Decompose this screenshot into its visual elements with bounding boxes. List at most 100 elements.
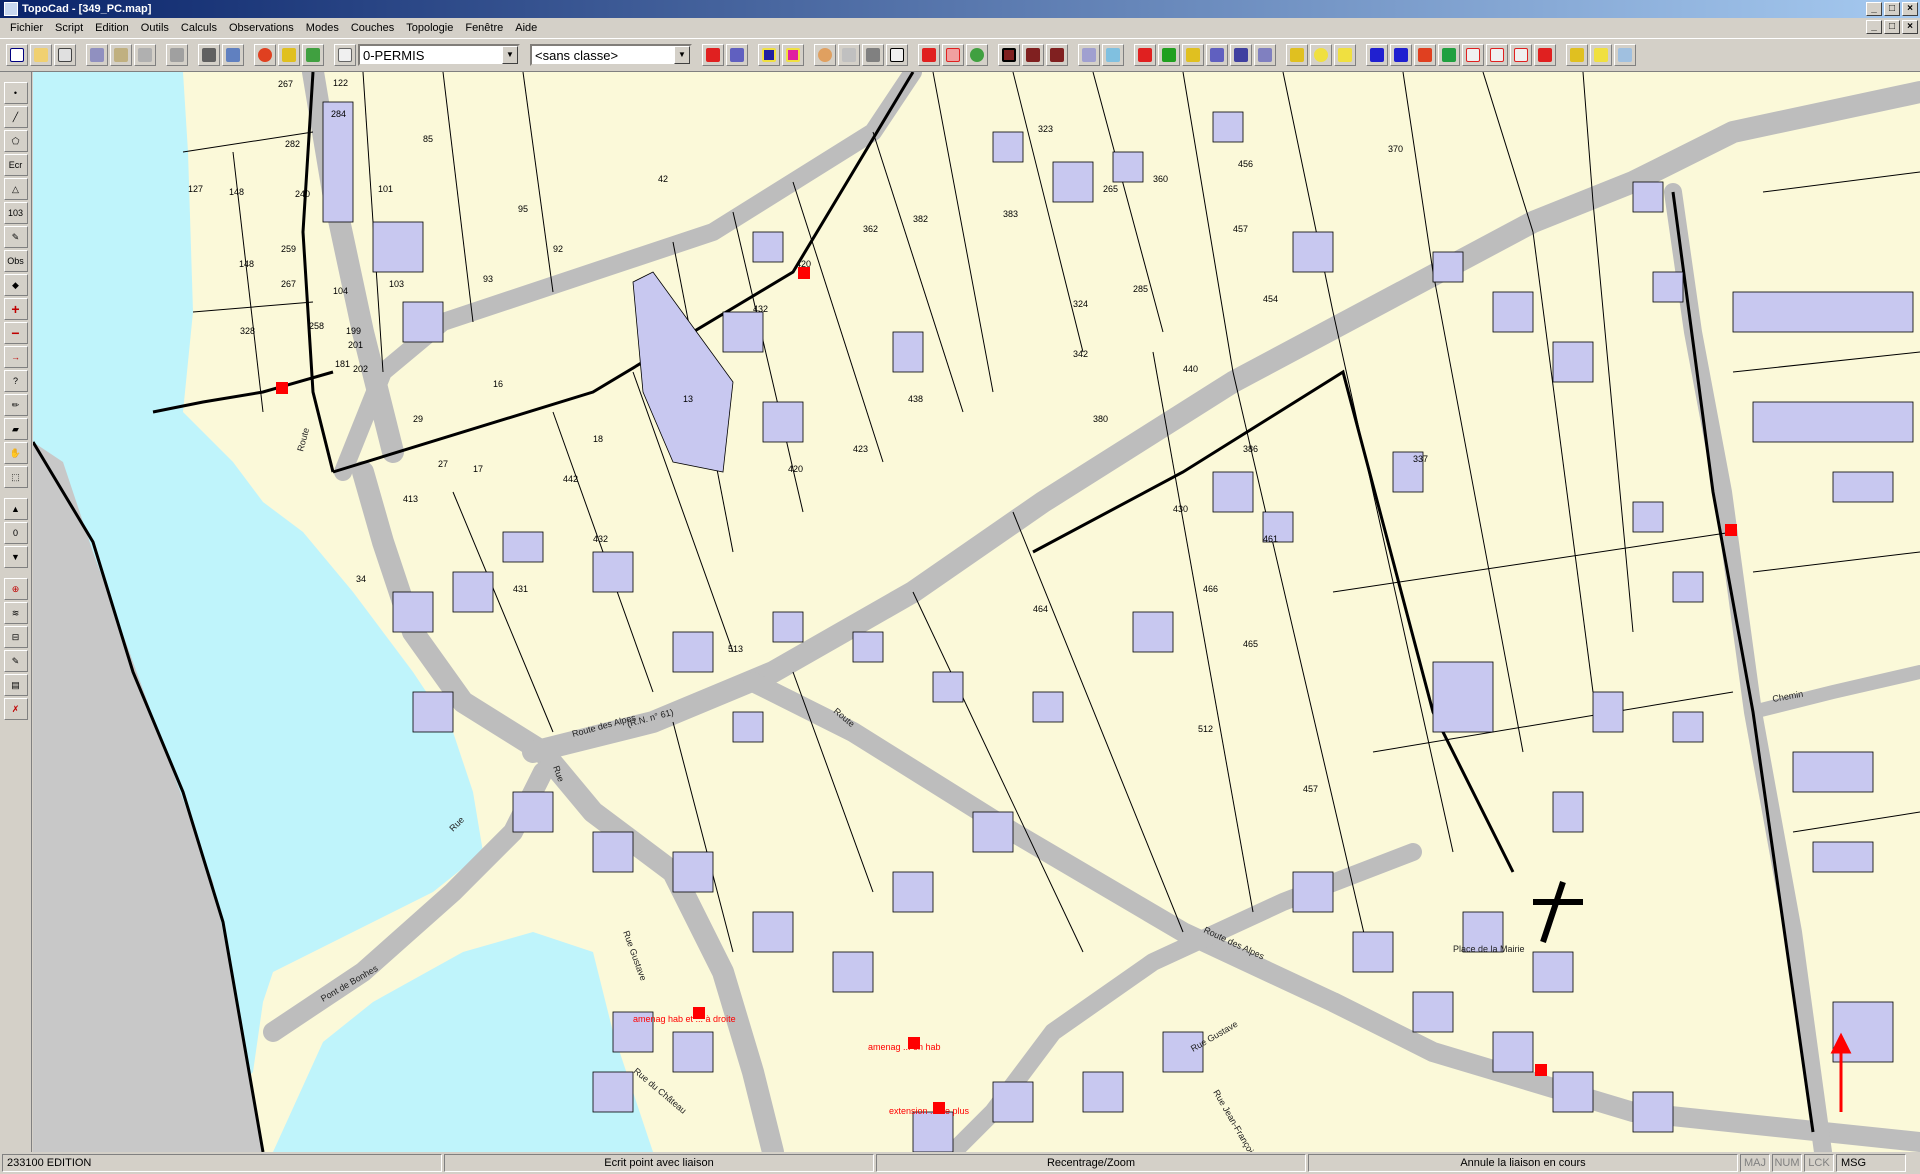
chevrons-button[interactable] [1414,44,1436,66]
stack-button[interactable] [278,44,300,66]
paste-button[interactable] [110,44,132,66]
shapes-tool-button[interactable]: ◆ [3,274,28,296]
close-button[interactable]: × [1902,2,1918,16]
menu-outils[interactable]: Outils [135,22,175,34]
menu-observations[interactable]: Observations [223,22,300,34]
remove-button[interactable]: − [3,322,28,344]
copy-button[interactable] [54,44,76,66]
tool-a-button[interactable]: ⊕ [3,578,28,600]
copy-object-button[interactable] [1078,44,1100,66]
move-arrow-button[interactable]: → [3,346,28,368]
marker-square[interactable] [1725,524,1737,536]
minimize-button[interactable]: _ [1866,2,1882,16]
cut-button[interactable] [86,44,108,66]
query-button[interactable]: ? [3,370,28,392]
menu-aide[interactable]: Aide [509,22,543,34]
counter-down-button[interactable]: ▼ [3,546,28,568]
map-canvas[interactable]: 267 122 284 282 127 148 240 259 148 267 … [33,72,1920,1152]
paint-button[interactable]: ✏ [3,394,28,416]
tool-e-button[interactable]: ▤ [3,674,28,696]
hand-tool-button[interactable]: ✋ [3,442,28,464]
class-select[interactable]: <sans classe> ▼ [530,44,692,66]
properties-button[interactable] [134,44,156,66]
select-point-button[interactable]: • [3,82,28,104]
pts-button[interactable] [1462,44,1484,66]
new-file-button[interactable] [6,44,28,66]
edigeo-out-button[interactable] [726,44,748,66]
tool-d-button[interactable]: ✎ [3,650,28,672]
menu-script[interactable]: Script [49,22,89,34]
point-red-button[interactable] [1134,44,1156,66]
mdi-close-button[interactable]: × [1902,20,1918,34]
numbering-tool-button[interactable]: 103 [3,202,28,224]
open-file-button[interactable] [30,44,52,66]
polygon-tool-button[interactable]: ⬠ [3,130,28,152]
menu-calculs[interactable]: Calculs [175,22,223,34]
lock-button[interactable] [334,44,356,66]
observations-tool-button[interactable]: Obs [3,250,28,272]
maximize-button[interactable]: □ [1884,2,1900,16]
counter-up-button[interactable]: ▲ [3,498,28,520]
preview-button[interactable] [222,44,244,66]
square-blue-button[interactable] [1206,44,1228,66]
pts-dotted-button[interactable] [1486,44,1508,66]
line-tool-button[interactable]: ╱ [3,106,28,128]
mdi-restore-button[interactable]: □ [1884,20,1900,34]
layer-select-chevron-down-icon[interactable]: ▼ [502,46,518,64]
text-tool-button[interactable]: Ecr [3,154,28,176]
pen-tool-button[interactable]: ✎ [3,226,28,248]
help-button[interactable] [1590,44,1612,66]
selection-box-button[interactable]: ⬚ [3,466,28,488]
stripes-button[interactable] [1438,44,1460,66]
multi-square-button[interactable] [1254,44,1276,66]
group-button[interactable] [966,44,988,66]
shield-button[interactable] [1310,44,1332,66]
zoom-prev-button[interactable] [862,44,884,66]
frame-dark-button[interactable] [998,44,1020,66]
triangle-button[interactable] [1334,44,1356,66]
menu-fichier[interactable]: Fichier [4,22,49,34]
objects-button[interactable] [302,44,324,66]
tool-f-button[interactable]: ✗ [3,698,28,720]
print-button[interactable] [198,44,220,66]
eraser-button[interactable] [838,44,860,66]
add-button[interactable]: + [3,298,28,320]
menu-edition[interactable]: Edition [89,22,135,34]
point-green-button[interactable] [1158,44,1180,66]
link-red-button[interactable] [918,44,940,66]
arrow-up-blue-button[interactable] [1390,44,1412,66]
layer-stack-button[interactable] [1286,44,1308,66]
edigeo-in-button[interactable] [702,44,724,66]
arrow-down-blue-button[interactable] [1366,44,1388,66]
marker-square[interactable] [1535,1064,1547,1076]
tool-b-button[interactable]: ≋ [3,602,28,624]
point-yellow-button[interactable] [1182,44,1204,66]
camera-button[interactable] [1614,44,1636,66]
layers-button[interactable] [254,44,276,66]
menu-fenetre[interactable]: Fenêtre [459,22,509,34]
minus-button[interactable] [1022,44,1044,66]
symbol-tool-button[interactable]: △ [3,178,28,200]
color-magenta-button[interactable] [782,44,804,66]
refresh-button[interactable] [1566,44,1588,66]
edigeo-export-button[interactable] [1534,44,1556,66]
mdi-minimize-button[interactable]: _ [1866,20,1882,34]
layer-select[interactable]: 0-PERMIS ▼ [358,44,520,66]
delete-point-button[interactable] [942,44,964,66]
measure-button[interactable] [1102,44,1124,66]
ascii-button[interactable] [1510,44,1532,66]
menu-topologie[interactable]: Topologie [400,22,459,34]
menu-modes[interactable]: Modes [300,22,345,34]
tool-c-button[interactable]: ⊟ [3,626,28,648]
marker-square[interactable] [276,382,288,394]
zoom-extent-button[interactable] [886,44,908,66]
plus-button[interactable] [1046,44,1068,66]
marker-square[interactable] [798,267,810,279]
class-select-chevron-down-icon[interactable]: ▼ [674,46,690,64]
undo-button[interactable] [166,44,188,66]
color-blue-button[interactable] [758,44,780,66]
eraser-tool-button[interactable]: ▰ [3,418,28,440]
menu-couches[interactable]: Couches [345,22,400,34]
squares-button[interactable] [1230,44,1252,66]
cadastral-map[interactable]: 267 122 284 282 127 148 240 259 148 267 … [33,72,1920,1152]
